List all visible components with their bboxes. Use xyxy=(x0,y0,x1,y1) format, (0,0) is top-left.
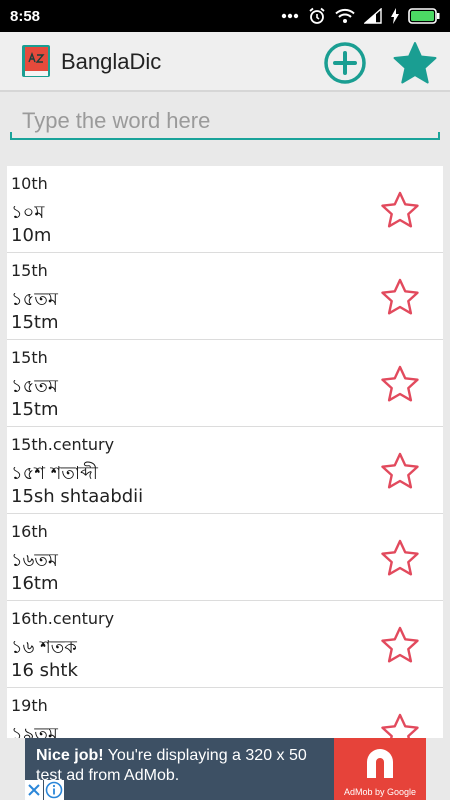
word-list[interactable]: 10th ১০ম 10m 15th ১৫তম 15tm 15th ১৫তম 15… xyxy=(7,166,443,738)
word-transliteration: 16 shtk xyxy=(11,660,78,681)
favorites-button[interactable] xyxy=(392,41,438,85)
list-item[interactable]: 16th.century ১৬ শতক 16 shtk xyxy=(7,601,443,688)
star-outline-icon[interactable] xyxy=(379,277,421,317)
star-outline-icon[interactable] xyxy=(379,451,421,491)
list-item[interactable]: 19th ১৯তম xyxy=(7,688,443,738)
ad-close-icon[interactable] xyxy=(25,780,43,800)
word-transliteration: 10m xyxy=(11,225,52,246)
status-bar: 8:58 xyxy=(0,0,450,32)
charging-icon xyxy=(391,8,399,24)
word-english: 15th.century xyxy=(11,435,115,454)
search-underline-edge xyxy=(10,132,12,140)
admob-logo: AdMob by Google xyxy=(334,738,426,800)
word-english: 16th.century xyxy=(11,609,115,628)
star-outline-icon[interactable] xyxy=(379,712,421,738)
ad-banner[interactable]: Nice job! You're displaying a 320 x 50 t… xyxy=(25,738,426,800)
signal-icon xyxy=(364,8,382,24)
alarm-icon xyxy=(309,7,325,24)
star-outline-icon[interactable] xyxy=(379,190,421,230)
app-bar: BanglaDic xyxy=(0,32,450,92)
ad-attribution: AdMob by Google xyxy=(343,787,417,797)
word-english: 10th xyxy=(11,174,48,193)
word-transliteration: 15tm xyxy=(11,399,59,420)
ad-text: Nice job! You're displaying a 320 x 50 t… xyxy=(36,746,336,786)
wifi-icon xyxy=(335,8,355,23)
star-outline-icon[interactable] xyxy=(379,538,421,578)
list-item[interactable]: 10th ১০ম 10m xyxy=(7,166,443,253)
list-item[interactable]: 15th.century ১৫শ শতাব্দী 15sh shtaabdii xyxy=(7,427,443,514)
word-english: 19th xyxy=(11,696,48,715)
word-english: 15th xyxy=(11,261,48,280)
star-outline-icon[interactable] xyxy=(379,625,421,665)
list-item[interactable]: 15th ১৫তম 15tm xyxy=(7,340,443,427)
status-time: 8:58 xyxy=(10,7,41,25)
app-logo-icon xyxy=(22,45,50,77)
battery-icon xyxy=(408,8,440,24)
app-title: BanglaDic xyxy=(61,49,162,74)
word-transliteration: 16tm xyxy=(11,573,59,594)
admob-logo-icon xyxy=(367,749,393,778)
star-outline-icon[interactable] xyxy=(379,364,421,404)
word-transliteration: 15tm xyxy=(11,312,59,333)
word-english: 15th xyxy=(11,348,48,367)
ad-info-icon[interactable] xyxy=(44,780,64,800)
search-input[interactable] xyxy=(10,104,440,140)
word-bangla: ১৯তম xyxy=(11,724,58,738)
word-transliteration: 15sh shtaabdii xyxy=(11,486,144,507)
search-field xyxy=(10,104,440,144)
add-word-button[interactable] xyxy=(323,41,367,85)
word-english: 16th xyxy=(11,522,48,541)
ad-headline: Nice job! xyxy=(36,747,104,764)
search-underline-edge xyxy=(438,132,440,140)
list-item[interactable]: 15th ১৫তম 15tm xyxy=(7,253,443,340)
list-item[interactable]: 16th ১৬তম 16tm xyxy=(7,514,443,601)
more-dots-icon xyxy=(281,13,299,19)
status-icons xyxy=(281,7,440,25)
